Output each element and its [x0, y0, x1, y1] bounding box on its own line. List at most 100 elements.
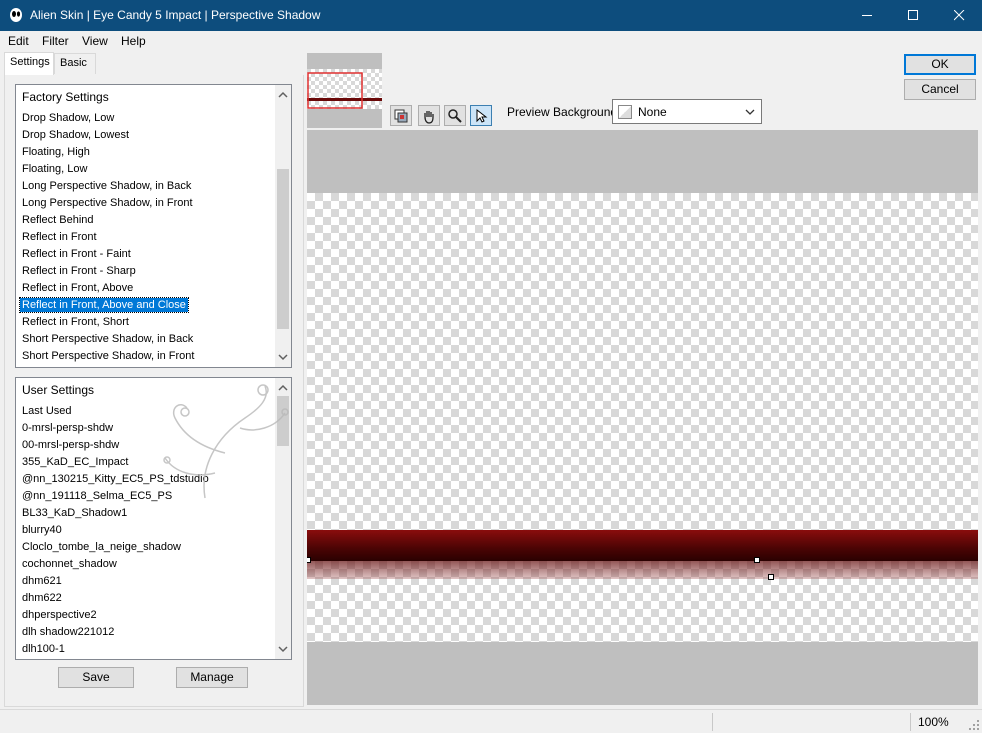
maximize-icon	[908, 10, 918, 20]
list-item[interactable]: Reflect in Front, Short	[19, 314, 274, 331]
list-item[interactable]: Drop Shadow, Lowest	[19, 127, 274, 144]
list-item-label: Drop Shadow, Lowest	[22, 129, 130, 141]
list-item-label: Last Used	[22, 405, 72, 417]
list-item-label: cochonnet_shadow	[22, 558, 117, 570]
chevron-down-icon	[745, 109, 755, 115]
list-item-label: dlh shadow221012	[22, 626, 115, 638]
user-settings-items: Last Used 0-mrsl-persp-shdw 00-mrsl-persp-…	[19, 403, 274, 658]
list-item[interactable]: blurry40	[19, 522, 274, 539]
list-item[interactable]: Drop Shadow, Low	[19, 110, 274, 127]
list-item[interactable]: 00-mrsl-persp-shdw	[19, 437, 274, 454]
menu-bar: Edit Filter View Help	[0, 31, 982, 51]
save-button[interactable]: Save	[58, 667, 134, 688]
menu-edit[interactable]: Edit	[8, 34, 29, 48]
list-item[interactable]: BL33_KaD_Shadow1	[19, 505, 274, 522]
tab-settings[interactable]: Settings	[4, 52, 54, 75]
list-item-label: dhm621	[22, 575, 62, 587]
handle-left[interactable]	[307, 557, 311, 563]
factory-scroll-thumb[interactable]	[277, 169, 289, 329]
list-item[interactable]: Short Perspective Shadow, in Back	[19, 331, 274, 348]
list-item-label: Reflect in Front - Faint	[22, 248, 131, 260]
list-item-label: Short Perspective Shadow, in Back	[22, 333, 194, 345]
status-bar: 100%	[0, 709, 982, 733]
list-item[interactable]: 355_KaD_EC_Impact	[19, 454, 274, 471]
minimize-icon	[862, 15, 872, 16]
magnifier-icon	[448, 109, 462, 123]
list-item[interactable]: dlh shadow221012	[19, 624, 274, 641]
list-item-label: Cloclo_tombe_la_neige_shadow	[22, 541, 182, 553]
preview-background-select[interactable]: None	[612, 99, 762, 124]
list-item-label: BL33_KaD_Shadow1	[22, 507, 128, 519]
list-item[interactable]: Floating, Low	[19, 161, 274, 178]
preview-background-label: Preview Background:	[507, 105, 621, 119]
reflection-shadow	[307, 561, 978, 579]
list-item-label: blurry40	[22, 524, 62, 536]
zoom-tool-button[interactable]	[444, 105, 466, 126]
scroll-up-icon[interactable]	[275, 380, 291, 396]
list-item[interactable]: cochonnet_shadow	[19, 556, 274, 573]
user-scrollbar[interactable]	[275, 378, 291, 659]
tab-basic[interactable]: Basic	[54, 53, 96, 74]
handle-reflection[interactable]	[768, 574, 774, 580]
scroll-down-icon[interactable]	[275, 349, 291, 365]
background-swatch-icon	[618, 105, 632, 119]
list-item[interactable]: Last Used	[19, 403, 274, 420]
list-item-label: Floating, Low	[22, 163, 88, 175]
list-item[interactable]: Reflect in Front, Above	[19, 280, 274, 297]
pointer-tool-button[interactable]	[470, 105, 492, 126]
list-item[interactable]: Cloclo_tombe_la_neige_shadow	[19, 539, 274, 556]
list-item[interactable]: dlh100-1	[19, 641, 274, 658]
list-item-label: @nn_130215_Kitty_EC5_PS_tdstudio	[22, 473, 209, 485]
menu-help[interactable]: Help	[121, 34, 146, 48]
hand-tool-button[interactable]	[418, 105, 440, 126]
list-item-label: Floating, High	[22, 146, 90, 158]
list-item-label: Reflect in Front, Above and Close	[19, 297, 189, 313]
list-item[interactable]: Reflect in Front - Faint	[19, 246, 274, 263]
preview-toggle-button[interactable]	[390, 105, 412, 126]
user-settings-header: User Settings	[22, 383, 95, 397]
list-item[interactable]: Long Perspective Shadow, in Front	[19, 195, 274, 212]
arrow-pointer-icon	[476, 108, 488, 123]
list-item-label: Drop Shadow, Low	[22, 112, 115, 124]
list-item[interactable]: Reflect Behind	[19, 212, 274, 229]
user-scroll-thumb[interactable]	[277, 396, 289, 446]
list-item[interactable]: @nn_130215_Kitty_EC5_PS_tdstudio	[19, 471, 274, 488]
resize-grip-icon[interactable]	[968, 719, 980, 731]
factory-settings-list[interactable]: Factory Settings Drop Shadow, Low Drop Sh…	[15, 84, 292, 368]
maximize-button[interactable]	[890, 0, 936, 31]
list-item[interactable]: dhm621	[19, 573, 274, 590]
list-item[interactable]: Reflect in Front - Sharp	[19, 263, 274, 280]
list-item[interactable]: Reflect in Front, Above and Close	[19, 297, 274, 314]
scroll-down-icon[interactable]	[275, 641, 291, 657]
list-item-label: @nn_191118_Selma_EC5_PS	[22, 490, 173, 502]
list-item[interactable]: Floating, High	[19, 144, 274, 161]
close-button[interactable]	[936, 0, 982, 31]
menu-view[interactable]: View	[82, 34, 108, 48]
ok-button[interactable]: OK	[904, 54, 976, 75]
list-item[interactable]: @nn_191118_Selma_EC5_PS	[19, 488, 274, 505]
factory-settings-items: Drop Shadow, Low Drop Shadow, Lowest Float…	[19, 110, 274, 365]
settings-tab-page: Factory Settings Drop Shadow, Low Drop Sh…	[4, 75, 304, 707]
list-item-label: Reflect in Front - Sharp	[22, 265, 136, 277]
menu-filter[interactable]: Filter	[42, 34, 69, 48]
navigator-thumbnail[interactable]	[307, 53, 382, 128]
minimize-button[interactable]	[844, 0, 890, 31]
window-title: Alien Skin | Eye Candy 5 Impact | Perspe…	[30, 8, 321, 22]
list-item[interactable]: dhm622	[19, 590, 274, 607]
preview-canvas[interactable]	[307, 130, 978, 705]
scroll-up-icon[interactable]	[275, 87, 291, 103]
preview-background-value: None	[638, 105, 667, 119]
manage-button[interactable]: Manage	[176, 667, 248, 688]
list-item-label: Short Perspective Shadow, in Front	[22, 350, 195, 362]
handle-center[interactable]	[754, 557, 760, 563]
user-settings-list[interactable]: User Settings Last Used 0-mrsl-persp-shdw…	[15, 377, 292, 660]
factory-scrollbar[interactable]	[275, 85, 291, 367]
list-item[interactable]: 0-mrsl-persp-shdw	[19, 420, 274, 437]
cancel-button[interactable]: Cancel	[904, 79, 976, 100]
zoom-level: 100%	[918, 715, 949, 729]
list-item-label: 355_KaD_EC_Impact	[22, 456, 129, 468]
list-item[interactable]: dhperspective2	[19, 607, 274, 624]
list-item[interactable]: Long Perspective Shadow, in Back	[19, 178, 274, 195]
list-item[interactable]: Short Perspective Shadow, in Front	[19, 348, 274, 365]
list-item[interactable]: Reflect in Front	[19, 229, 274, 246]
